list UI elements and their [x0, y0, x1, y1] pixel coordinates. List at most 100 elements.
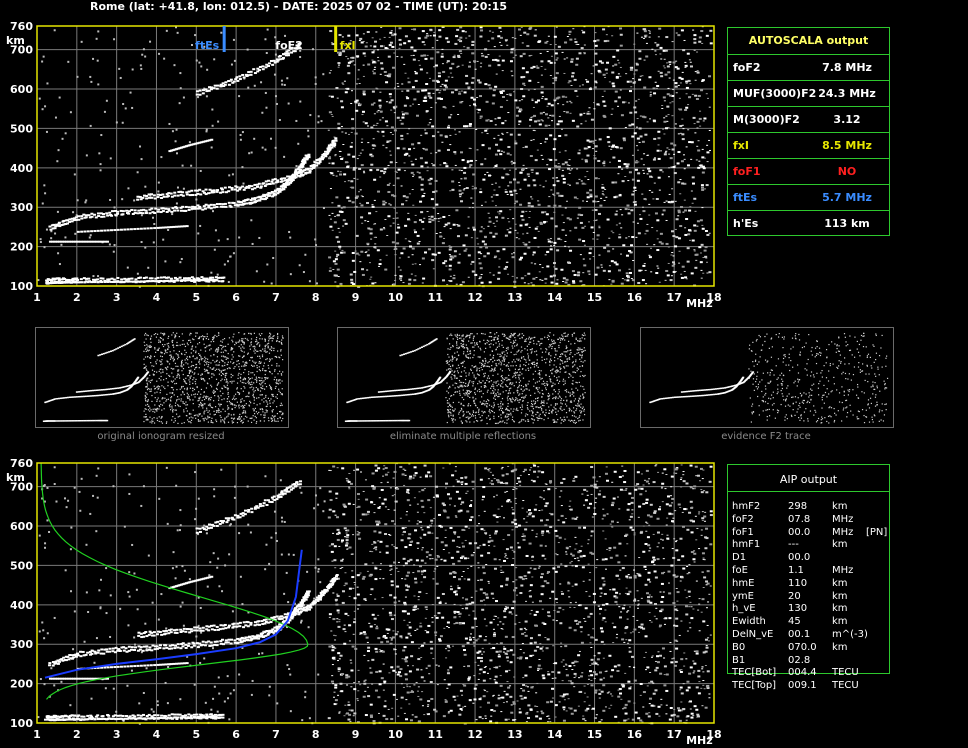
thumb-noise-dot — [223, 337, 226, 340]
noise-dot — [568, 184, 571, 186]
thumb-noise-dot — [266, 377, 268, 380]
noise-dot — [354, 250, 357, 252]
thumb-noise-dot — [244, 412, 246, 414]
noise-dot — [534, 159, 538, 162]
trace-f2-x-dot — [196, 192, 200, 195]
noise-dot — [495, 73, 498, 75]
noise-dot — [449, 190, 452, 192]
noise-dot — [370, 276, 373, 278]
thumb-noise-dot — [174, 383, 176, 385]
noise-dot — [404, 35, 408, 38]
noise-dot — [523, 243, 526, 245]
noise-dot — [347, 153, 351, 156]
thumb-noise-dot — [182, 368, 185, 370]
trace-f2-x-dot — [227, 186, 231, 189]
noise-dot — [515, 193, 518, 195]
trace-f2-o-dot — [121, 213, 125, 216]
noise-dot — [377, 190, 381, 193]
noise-dot — [672, 61, 676, 64]
noise-dot — [670, 275, 673, 277]
x-tick-label: 14 — [547, 291, 563, 304]
noise-dot — [448, 254, 451, 256]
noise-dot — [491, 37, 495, 40]
noise-dot — [535, 172, 539, 175]
thumb-noise-dot — [227, 407, 229, 409]
noise-dot — [597, 69, 601, 72]
thumb-noise-dot — [200, 378, 203, 380]
noise-dot — [664, 127, 668, 130]
noise-dot — [383, 173, 386, 175]
thumb-noise-dot — [262, 381, 264, 383]
thumb-noise-dot — [159, 340, 161, 342]
thumb-noise-dot — [262, 369, 264, 371]
thumb-noise-dot — [216, 359, 218, 362]
noise-dot — [553, 79, 557, 82]
noise-dot — [656, 238, 659, 240]
thumb-noise-dot — [150, 379, 152, 382]
thumb-noise-dot — [168, 342, 170, 344]
noise-dot — [598, 60, 602, 63]
noise-dot — [653, 182, 656, 184]
thumb-noise-dot — [143, 420, 145, 423]
noise-dot — [562, 177, 566, 180]
noise-dot — [533, 184, 537, 187]
thumb-noise-dot — [152, 410, 154, 413]
noise-dot — [427, 248, 431, 251]
noise-dot — [514, 223, 517, 225]
thumb-noise-dot — [169, 375, 171, 378]
noise-dot — [580, 180, 583, 182]
noise-dot — [422, 99, 426, 102]
noise-dot — [471, 43, 475, 46]
thumb-noise-dot — [206, 418, 208, 420]
noise-dot — [647, 30, 650, 32]
thumb-noise-dot — [183, 378, 185, 381]
thumb-noise-dot — [146, 382, 148, 384]
thumb-trace-dot — [101, 394, 103, 396]
noise-dot — [595, 150, 598, 152]
noise-dot — [41, 60, 44, 63]
noise-dot — [435, 152, 438, 154]
thumb-noise-dot — [205, 361, 207, 363]
noise-dot — [498, 26, 502, 29]
noise-dot — [574, 226, 578, 229]
thumb-noise-dot — [187, 397, 189, 399]
trace-f2-x-dot — [212, 189, 216, 192]
noise-dot — [389, 225, 392, 227]
thumb-noise-dot — [182, 373, 184, 376]
thumb-trace-dot — [75, 391, 78, 393]
noise-dot — [335, 86, 339, 89]
thumb-noise-dot — [276, 397, 278, 399]
noise-dot — [407, 77, 410, 79]
noise-dot — [383, 167, 387, 170]
noise-dot — [667, 201, 671, 204]
thumb-noise-dot — [156, 371, 158, 373]
thumb-noise-dot — [273, 349, 275, 352]
thumb-noise-dot — [253, 350, 255, 352]
noise-dot — [617, 96, 621, 99]
noise-dot — [429, 118, 432, 120]
noise-dot — [409, 241, 412, 243]
noise-dot — [593, 108, 596, 110]
noise-dot — [677, 84, 680, 86]
thumb-noise-dot — [249, 348, 251, 350]
thumb-noise-dot — [250, 333, 252, 335]
thumb-noise-dot — [178, 375, 180, 377]
noise-dot — [524, 145, 528, 148]
thumb-noise-dot — [198, 336, 201, 338]
thumb-noise-dot — [186, 392, 188, 394]
noise-dot — [663, 67, 666, 69]
noise-dot — [335, 236, 339, 239]
noise-dot — [512, 161, 516, 164]
noise-dot — [656, 230, 659, 232]
thumb-trace-dot — [84, 395, 87, 398]
noise-dot — [400, 252, 404, 255]
noise-dot — [571, 168, 574, 170]
noise-dot — [583, 112, 586, 114]
thumb-noise-dot — [274, 376, 276, 378]
thumb-noise-dot — [170, 357, 172, 359]
thumb-noise-dot — [186, 375, 189, 377]
thumb-noise-dot — [253, 374, 256, 376]
thumb-noise-dot — [231, 422, 234, 424]
thumb-noise-dot — [179, 405, 181, 408]
noise-dot — [422, 88, 425, 90]
